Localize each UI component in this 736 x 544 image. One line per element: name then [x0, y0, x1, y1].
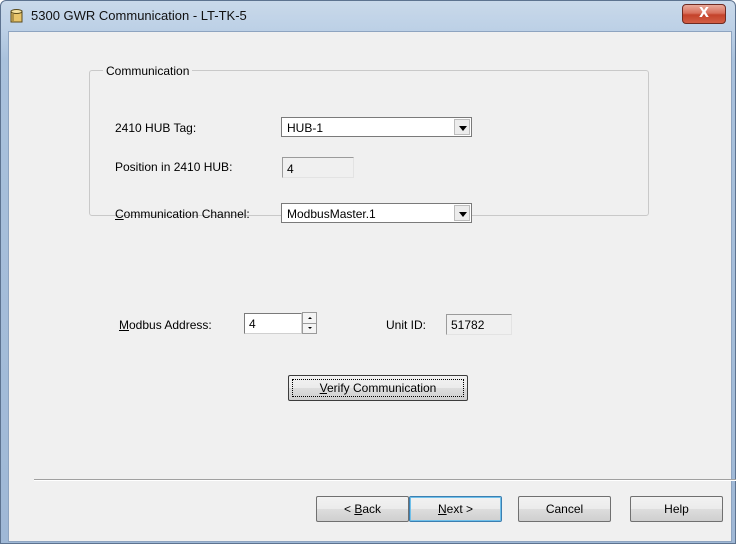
communication-group-legend: Communication: [103, 64, 193, 78]
communication-channel-label: Communication Channel:: [115, 207, 250, 221]
title-bar[interactable]: 5300 GWR Communication - LT-TK-5 X: [1, 1, 735, 31]
modbus-address-input[interactable]: 4: [244, 313, 302, 334]
footer-separator: [34, 479, 736, 481]
close-icon: X: [698, 6, 710, 21]
communication-channel-value: ModbusMaster.1: [287, 207, 376, 221]
communication-channel-select[interactable]: ModbusMaster.1: [281, 203, 472, 223]
verify-label-text: erify Communication: [326, 381, 437, 395]
next-accelerator: N: [437, 502, 447, 516]
modbus-address-accelerator: M: [119, 318, 129, 332]
hub-tag-value: HUB-1: [287, 121, 324, 135]
communication-groupbox: [89, 70, 649, 216]
hub-tag-select[interactable]: HUB-1: [281, 117, 472, 137]
unit-id-value: 51782: [451, 318, 485, 332]
help-label: Help: [664, 502, 689, 516]
unit-id-field: 51782: [446, 314, 512, 335]
spin-down-arrow-icon[interactable]: [303, 323, 316, 333]
cancel-label: Cancel: [545, 502, 584, 516]
communication-channel-label-text: ommunication Channel:: [123, 207, 250, 221]
verify-communication-label: Verify Communication: [289, 381, 467, 395]
position-label: Position in 2410 HUB:: [115, 160, 233, 174]
chevron-down-icon[interactable]: [454, 205, 470, 221]
verify-communication-button[interactable]: Verify Communication: [288, 375, 468, 401]
next-label-text: ext >: [446, 502, 474, 516]
chevron-down-icon[interactable]: [454, 119, 470, 135]
modbus-address-spinner[interactable]: [302, 312, 317, 334]
modbus-address-value: 4: [249, 317, 256, 331]
modbus-address-label: Modbus Address:: [119, 318, 212, 332]
unit-id-label: Unit ID:: [386, 318, 427, 332]
back-button[interactable]: < Back: [316, 496, 409, 522]
help-button[interactable]: Help: [630, 496, 723, 522]
verify-accelerator: V: [319, 381, 327, 395]
window-title: 5300 GWR Communication - LT-TK-5: [31, 8, 247, 23]
back-label-prefix: <: [343, 502, 355, 516]
modbus-address-label-text: odbus Address:: [129, 318, 212, 332]
back-label-text: ack: [362, 502, 382, 516]
position-value: 4: [287, 162, 294, 176]
cancel-button[interactable]: Cancel: [518, 496, 611, 522]
hub-tag-label: 2410 HUB Tag:: [115, 121, 197, 135]
database-cylinder-icon: [10, 9, 23, 23]
next-button[interactable]: Next >: [409, 496, 502, 522]
close-button[interactable]: X: [682, 4, 726, 24]
communication-channel-accelerator: C: [115, 207, 124, 221]
position-field: 4: [282, 157, 354, 178]
